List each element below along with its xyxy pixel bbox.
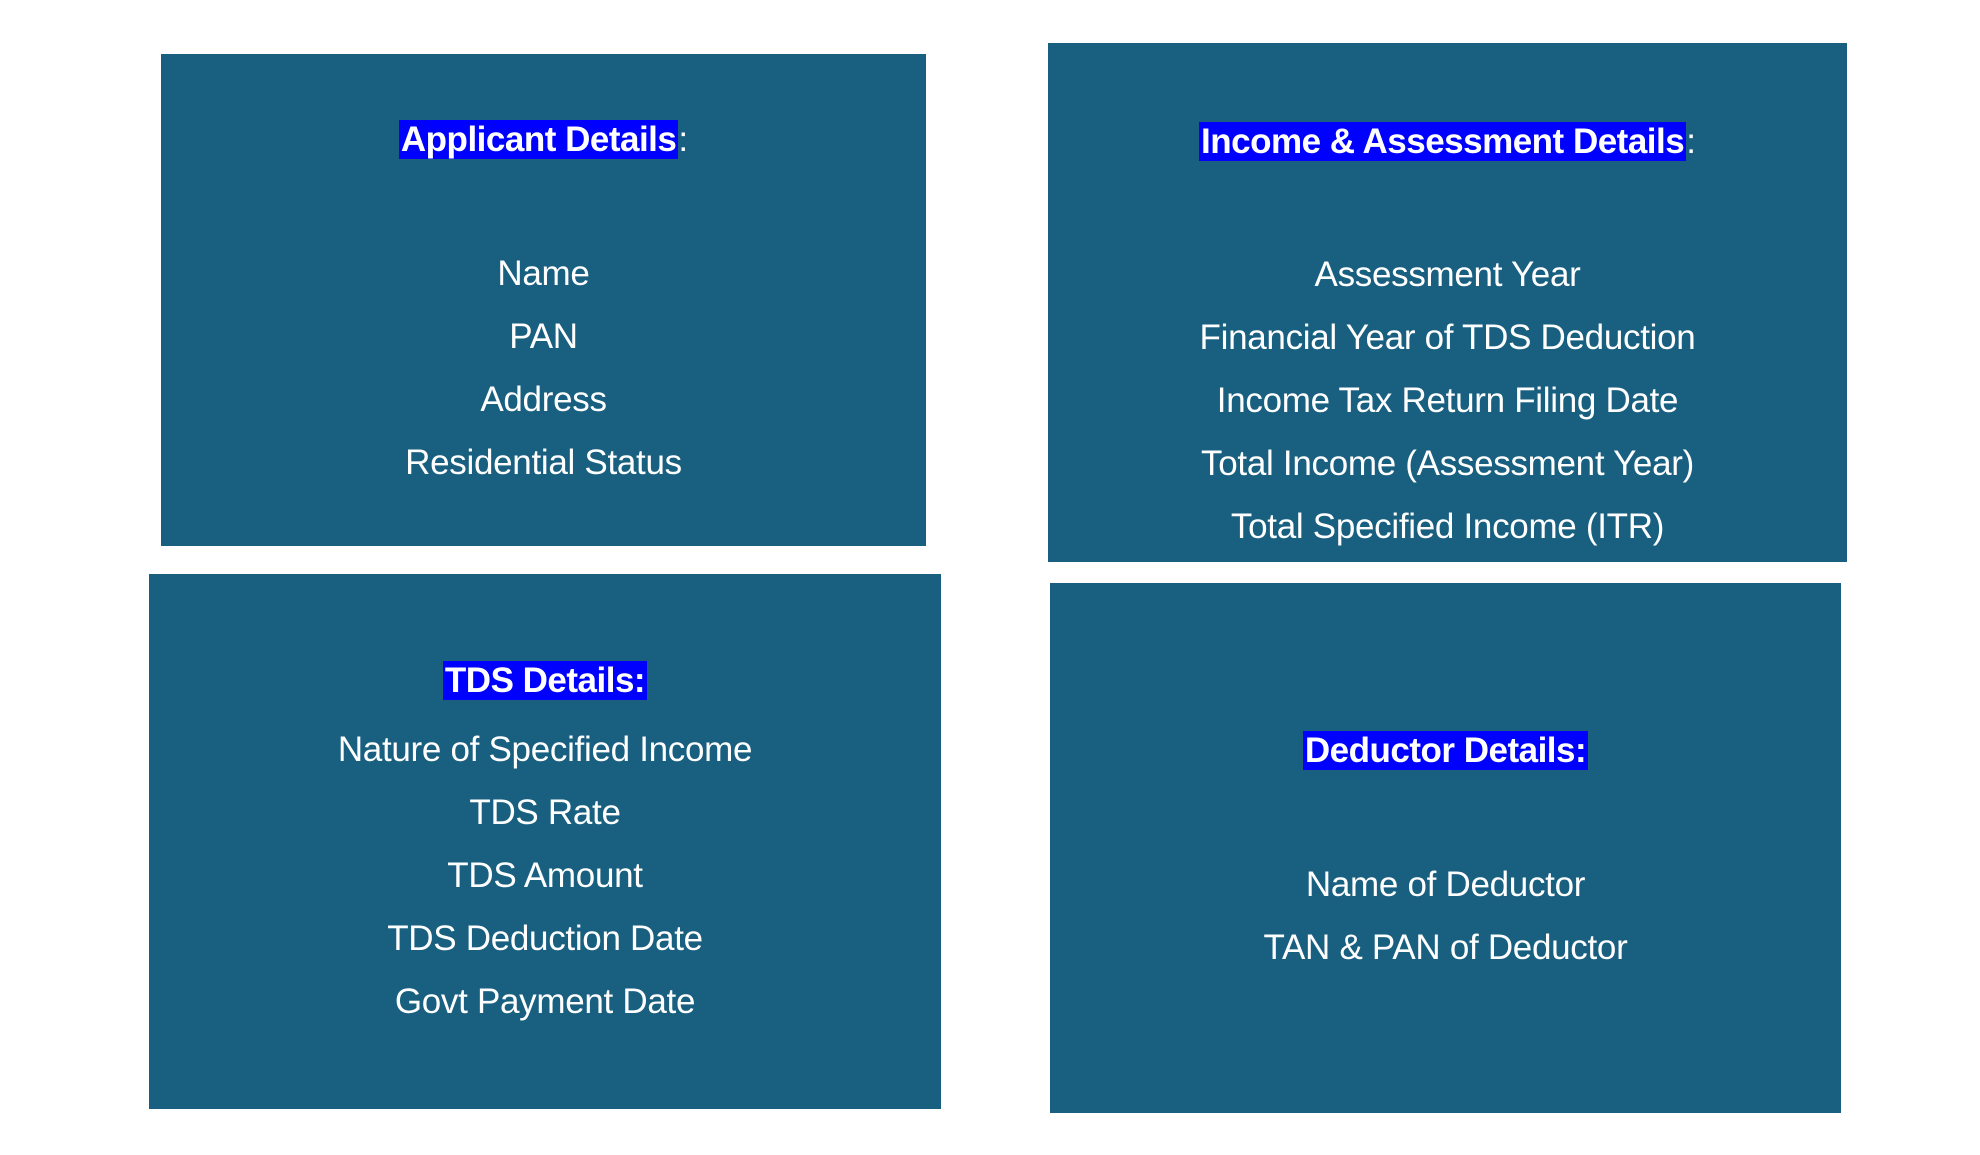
list-item: Name of Deductor xyxy=(1305,865,1586,904)
income-assessment-details-card: Income & Assessment Details: Assessment … xyxy=(1048,43,1847,562)
list-item: Residential Status xyxy=(405,443,682,482)
list-item: TDS Deduction Date xyxy=(387,919,703,958)
heading-colon: : xyxy=(1686,122,1696,161)
list-item: Assessment Year xyxy=(1314,255,1581,294)
tds-details-card: TDS Details: Nature of Specified Income … xyxy=(149,574,941,1109)
list-item: Name xyxy=(497,254,590,293)
applicant-details-heading: Applicant Details: xyxy=(161,115,926,165)
tds-details-list: Nature of Specified Income TDS Rate TDS … xyxy=(149,718,941,1033)
list-item: Govt Payment Date xyxy=(394,982,696,1021)
deductor-details-card: Deductor Details: Name of Deductor TAN &… xyxy=(1050,583,1841,1113)
list-item: TDS Rate xyxy=(469,793,621,832)
applicant-details-card: Applicant Details: Name PAN Address Resi… xyxy=(161,54,926,546)
list-item: PAN xyxy=(509,317,578,356)
deductor-details-list: Name of Deductor TAN & PAN of Deductor xyxy=(1050,853,1841,979)
heading-highlight: TDS Details: xyxy=(442,661,648,700)
list-item: TDS Amount xyxy=(447,856,643,895)
deductor-details-heading: Deductor Details: xyxy=(1050,726,1841,776)
list-item: Address xyxy=(480,380,607,419)
heading-highlight: Income & Assessment Details xyxy=(1199,122,1687,161)
income-assessment-details-list: Assessment Year Financial Year of TDS De… xyxy=(1048,243,1847,558)
list-item: Income Tax Return Filing Date xyxy=(1216,381,1679,420)
list-item: Total Specified Income (ITR) xyxy=(1230,507,1665,546)
applicant-details-list: Name PAN Address Residential Status xyxy=(161,242,926,494)
list-item: TAN & PAN of Deductor xyxy=(1263,928,1628,967)
list-item: Total Income (Assessment Year) xyxy=(1201,444,1694,483)
list-item: Financial Year of TDS Deduction xyxy=(1199,318,1696,357)
heading-highlight: Deductor Details: xyxy=(1302,731,1589,770)
tds-details-heading: TDS Details: xyxy=(149,656,941,706)
list-item: Nature of Specified Income xyxy=(337,730,753,769)
heading-highlight: Applicant Details xyxy=(398,120,679,159)
income-assessment-details-heading: Income & Assessment Details: xyxy=(1048,117,1847,167)
heading-colon: : xyxy=(678,120,689,159)
